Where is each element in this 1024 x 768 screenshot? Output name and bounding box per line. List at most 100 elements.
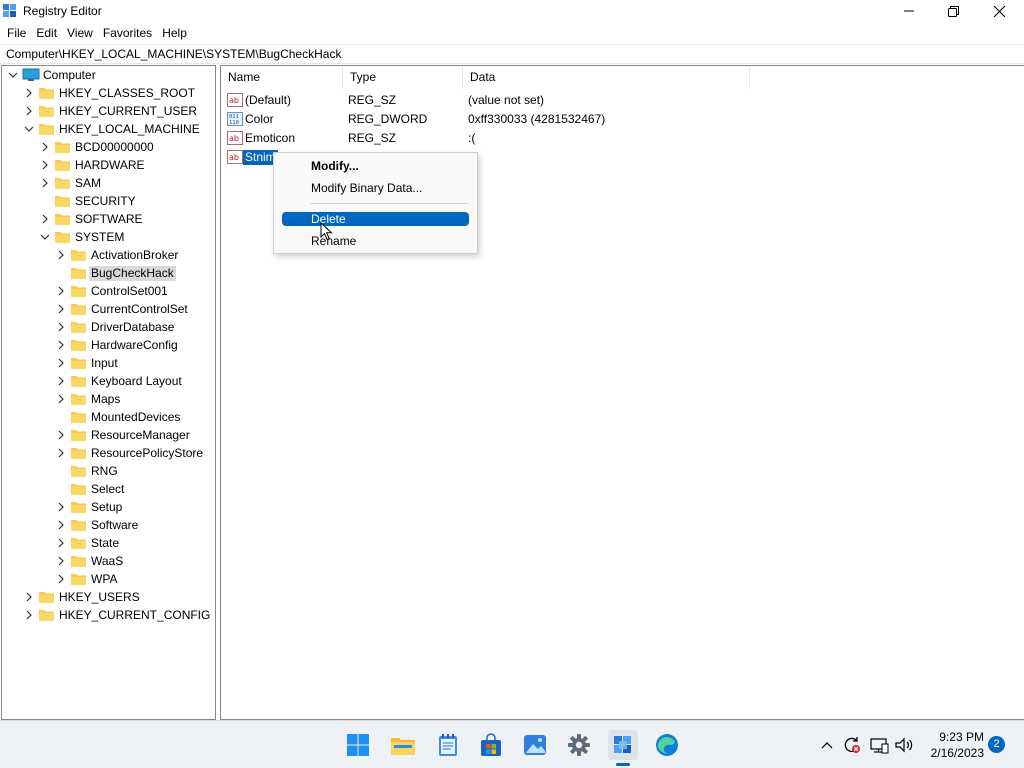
menu-help[interactable]: Help [157,23,192,43]
tree-label-hkey-current-user[interactable]: HKEY_CURRENT_USER [57,104,199,119]
tree-label-rng[interactable]: RNG [89,464,120,479]
tree-item-maps[interactable]: Maps [2,390,215,408]
tree-item-hkey-classes-root[interactable]: HKEY_CLASSES_ROOT [2,84,215,102]
tree-label-hardware[interactable]: HARDWARE [73,158,147,173]
address-bar[interactable]: Computer\HKEY_LOCAL_MACHINE\SYSTEM\BugCh… [0,44,1024,64]
chevron-down-icon[interactable] [24,123,34,135]
tree-label-maps[interactable]: Maps [89,392,122,407]
value-row[interactable]: 011 110 Color REG_DWORD 0xff330033 (42815324… [221,110,1024,129]
chevron-right-icon[interactable] [56,537,66,549]
chevron-down-icon[interactable] [8,69,18,81]
taskbar-settings[interactable] [564,730,594,760]
address-path[interactable]: Computer\HKEY_LOCAL_MACHINE\SYSTEM\BugCh… [6,47,341,61]
context-modify[interactable]: Modify... [282,159,469,173]
tree-label-sam[interactable]: SAM [73,176,103,191]
tree-label-hkey-users[interactable]: HKEY_USERS [57,590,142,605]
tree-label-computer[interactable]: Computer [41,68,98,83]
tree-label-resourcemanager[interactable]: ResourceManager [89,428,192,443]
chevron-right-icon[interactable] [40,141,50,153]
show-hidden-icons-button[interactable] [818,733,836,757]
tree-item-rng[interactable]: RNG [2,462,215,480]
tree-label-controlset001[interactable]: ControlSet001 [89,284,170,299]
chevron-right-icon[interactable] [24,87,34,99]
tree-label-mounteddevices[interactable]: MountedDevices [89,410,182,425]
taskbar-photos[interactable] [520,730,550,760]
chevron-right-icon[interactable] [56,303,66,315]
chevron-right-icon[interactable] [24,591,34,603]
taskbar-edge[interactable] [652,730,682,760]
column-header-name[interactable]: Name [221,66,343,89]
context-delete[interactable]: Delete [282,212,469,226]
tree-label-keyboard-layout[interactable]: Keyboard Layout [89,374,184,389]
chevron-right-icon[interactable] [40,177,50,189]
tree-item-security[interactable]: SECURITY [2,192,215,210]
chevron-right-icon[interactable] [40,159,50,171]
chevron-down-icon[interactable] [40,231,50,243]
menu-file[interactable]: File [0,23,31,43]
tree-item-keyboard-layout[interactable]: Keyboard Layout [2,372,215,390]
tree-label-input[interactable]: Input [89,356,120,371]
tray-volume-button[interactable] [893,733,915,757]
tree-item-system[interactable]: SYSTEM [2,228,215,246]
chevron-right-icon[interactable] [56,285,66,297]
menu-view[interactable]: View [62,23,98,43]
tree-label-state[interactable]: State [89,536,121,551]
tree-label-hkey-local-machine[interactable]: HKEY_LOCAL_MACHINE [57,122,202,137]
tree-label-hardwareconfig[interactable]: HardwareConfig [89,338,180,353]
tree-item-select[interactable]: Select [2,480,215,498]
tree-label-wpa[interactable]: WPA [89,572,119,587]
tree-item-input[interactable]: Input [2,354,215,372]
chevron-right-icon[interactable] [24,105,34,117]
tree-label-hkey-classes-root[interactable]: HKEY_CLASSES_ROOT [57,86,197,101]
tree-item-activationbroker[interactable]: ActivationBroker [2,246,215,264]
value-row[interactable]: ab (Default) REG_SZ (value not set) [221,91,1024,110]
close-button[interactable] [976,0,1022,22]
chevron-right-icon[interactable] [56,339,66,351]
tree-label-hkey-current-config[interactable]: HKEY_CURRENT_CONFIG [57,608,212,623]
tree-item-waas[interactable]: WaaS [2,552,215,570]
tree-label-system[interactable]: SYSTEM [73,230,126,245]
minimize-button[interactable] [886,0,932,22]
tree-item-bugcheckhack[interactable]: BugCheckHack [2,264,215,282]
taskbar-registry-editor[interactable] [608,730,638,760]
tree-label-software[interactable]: SOFTWARE [73,212,145,227]
tray-sync-button[interactable] [841,733,863,757]
tree-item-driverdatabase[interactable]: DriverDatabase [2,318,215,336]
chevron-right-icon[interactable] [56,321,66,333]
taskbar-file-explorer[interactable] [388,730,418,760]
tree-label-driverdatabase[interactable]: DriverDatabase [89,320,176,335]
taskbar-notepad[interactable] [433,730,463,760]
chevron-right-icon[interactable] [56,429,66,441]
chevron-right-icon[interactable] [56,375,66,387]
tree-label-security[interactable]: SECURITY [73,194,138,209]
tree-item-hkey-current-user[interactable]: HKEY_CURRENT_USER [2,102,215,120]
tree-item-software[interactable]: SOFTWARE [2,210,215,228]
tree-label-bugcheckhack[interactable]: BugCheckHack [89,266,176,281]
tree-label-activationbroker[interactable]: ActivationBroker [89,248,180,263]
tree-item-sam[interactable]: SAM [2,174,215,192]
value-name[interactable]: (Default) [245,93,293,108]
chevron-right-icon[interactable] [56,519,66,531]
tree-item-bcd00000000[interactable]: BCD00000000 [2,138,215,156]
chevron-right-icon[interactable] [56,357,66,369]
key-tree[interactable]: Computer HKEY_CLASSES_ROOT HKEY_CURRENT_U… [1,65,216,720]
tree-label-select[interactable]: Select [89,482,126,497]
chevron-right-icon[interactable] [40,213,50,225]
tree-item-hkey-local-machine[interactable]: HKEY_LOCAL_MACHINE [2,120,215,138]
tree-label-bcd00000000[interactable]: BCD00000000 [73,140,156,155]
chevron-right-icon[interactable] [56,501,66,513]
chevron-right-icon[interactable] [56,393,66,405]
value-row[interactable]: ab Emoticon REG_SZ:( [221,129,1024,148]
tree-item-hardwareconfig[interactable]: HardwareConfig [2,336,215,354]
tree-item-resourcepolicystore[interactable]: ResourcePolicyStore [2,444,215,462]
tree-item-wpa[interactable]: WPA [2,570,215,588]
tree-label-software[interactable]: Software [89,518,140,533]
context-rename[interactable]: Rename [282,234,469,248]
value-name[interactable]: Color [245,112,276,127]
tree-label-resourcepolicystore[interactable]: ResourcePolicyStore [89,446,205,461]
tree-item-hkey-users[interactable]: HKEY_USERS [2,588,215,606]
context-modify-binary[interactable]: Modify Binary Data... [282,181,469,195]
tray-network-button[interactable] [868,733,890,757]
start-button[interactable] [343,730,373,760]
tree-item-state[interactable]: State [2,534,215,552]
